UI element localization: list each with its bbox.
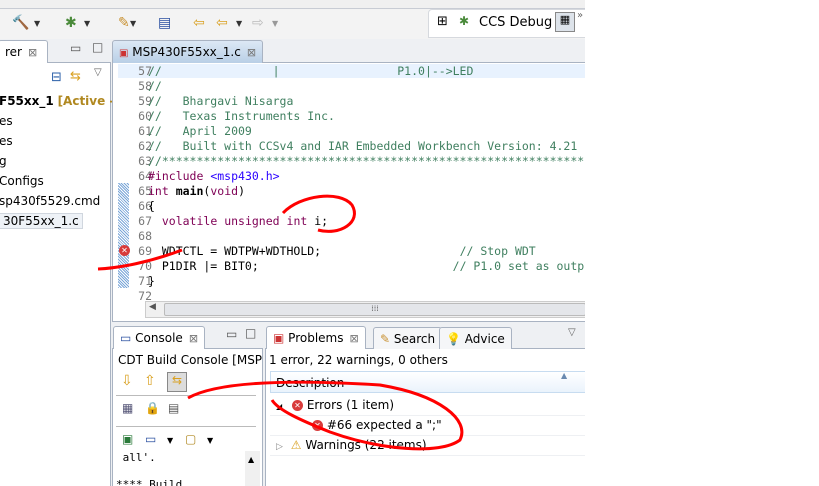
red-annotations [97,194,464,451]
annotation-stroke [187,380,464,451]
annotation-stroke [281,194,356,233]
annotation-stroke [97,248,183,271]
